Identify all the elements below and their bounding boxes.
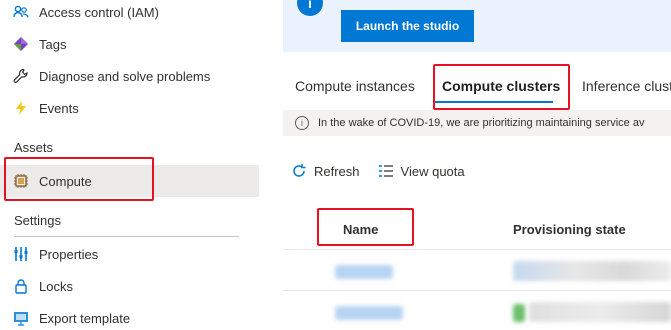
sidebar-item-diagnose[interactable]: Diagnose and solve problems bbox=[0, 60, 259, 92]
sidebar-item-tags[interactable]: Tags bbox=[0, 28, 259, 60]
tab-compute-instances[interactable]: Compute instances bbox=[295, 64, 415, 108]
table-row[interactable] bbox=[283, 251, 671, 291]
section-header-settings: Settings bbox=[14, 213, 61, 228]
notice-text: In the wake of COVID-19, we are prioriti… bbox=[318, 117, 645, 129]
refresh-label: Refresh bbox=[314, 163, 360, 179]
highlight-box-name-column bbox=[317, 208, 414, 246]
redacted-status-indicator bbox=[513, 304, 525, 322]
sidebar-item-label: Tags bbox=[39, 36, 67, 52]
column-header-provisioning-state[interactable]: Provisioning state bbox=[513, 222, 626, 237]
wrench-icon bbox=[12, 67, 30, 85]
view-quota-button[interactable]: View quota bbox=[378, 163, 465, 179]
refresh-icon bbox=[291, 163, 307, 179]
main-content: i Launch the studio Compute instances Co… bbox=[283, 0, 671, 330]
redacted-cluster-name bbox=[335, 306, 403, 320]
people-icon bbox=[12, 3, 30, 21]
refresh-button[interactable]: Refresh bbox=[291, 163, 360, 179]
info-icon: i bbox=[297, 0, 323, 16]
redacted-provisioning-state bbox=[513, 261, 671, 281]
sidebar-item-label: Properties bbox=[39, 246, 99, 262]
section-header-assets: Assets bbox=[14, 140, 54, 155]
sidebar-item-locks[interactable]: Locks bbox=[0, 270, 259, 302]
export-template-icon bbox=[12, 309, 30, 327]
sidebar-item-label: Access control (IAM) bbox=[39, 4, 159, 20]
sidebar-item-label: Events bbox=[39, 100, 79, 116]
table-row[interactable] bbox=[283, 292, 671, 330]
covid-notice-bar: i In the wake of COVID-19, we are priori… bbox=[283, 110, 671, 136]
highlight-box-compute-clusters bbox=[433, 64, 570, 110]
sidebar-item-events[interactable]: Events bbox=[0, 92, 259, 124]
highlight-box-compute bbox=[4, 157, 154, 201]
redacted-provisioning-state bbox=[529, 302, 671, 322]
list-icon bbox=[378, 163, 394, 179]
sidebar-item-label: Export template bbox=[39, 310, 131, 326]
redacted-cluster-name bbox=[335, 265, 393, 279]
tab-inference-clusters[interactable]: Inference clust bbox=[582, 64, 671, 108]
tag-icon bbox=[12, 35, 30, 53]
lightning-icon bbox=[12, 99, 30, 117]
command-bar: Refresh View quota bbox=[283, 158, 483, 184]
launch-studio-button[interactable]: Launch the studio bbox=[341, 10, 474, 42]
left-nav: Access control (IAM) Tags Diagnose and s… bbox=[0, 0, 262, 330]
view-quota-label: View quota bbox=[400, 163, 465, 179]
studio-banner: i Launch the studio bbox=[283, 0, 671, 52]
properties-icon bbox=[12, 245, 30, 263]
sidebar-item-properties[interactable]: Properties bbox=[0, 238, 259, 270]
sidebar-item-label: Diagnose and solve problems bbox=[39, 68, 211, 84]
sidebar-item-export-template[interactable]: Export template bbox=[0, 302, 259, 330]
lock-icon bbox=[12, 277, 30, 295]
info-icon: i bbox=[295, 116, 309, 130]
sidebar-item-access-control[interactable]: Access control (IAM) bbox=[0, 0, 259, 28]
section-divider bbox=[14, 236, 239, 237]
sidebar-item-label: Locks bbox=[39, 278, 73, 294]
